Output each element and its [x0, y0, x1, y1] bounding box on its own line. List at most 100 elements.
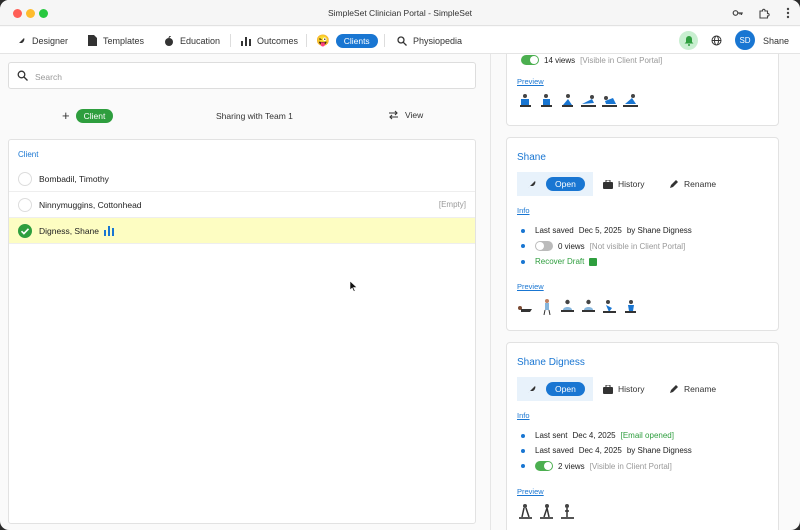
client-list-header[interactable]: Client — [18, 150, 38, 159]
programs-panel: 14 views [Visible in Client Portal] Prev… — [497, 54, 800, 530]
exercise-thumbnail[interactable] — [538, 503, 555, 520]
open-action[interactable]: Open — [517, 172, 593, 196]
select-radio[interactable] — [18, 198, 32, 212]
briefcase-icon — [603, 179, 613, 189]
search-placeholder: Search — [35, 72, 62, 82]
last-saved-line: Last saved Dec 4, 2025 by Shane Digness — [521, 446, 692, 455]
select-radio[interactable] — [18, 172, 32, 186]
client-panel: Search + Client Sharing with Team 1 View… — [8, 62, 476, 524]
program-card: Shane Open History Rename Info Last save… — [506, 137, 779, 331]
recover-draft-line[interactable]: Recover Draft — [521, 257, 598, 266]
list-item[interactable]: Digness, Shane — [9, 218, 475, 244]
open-external-icon — [589, 257, 598, 266]
exercise-thumbnail[interactable] — [538, 92, 555, 109]
open-button[interactable]: Open — [546, 177, 585, 191]
open-button[interactable]: Open — [546, 382, 585, 396]
rename-label: Rename — [684, 384, 717, 394]
views-note: [Visible in Client Portal] — [580, 55, 663, 65]
preview-link[interactable]: Preview — [517, 282, 544, 291]
program-title[interactable]: Shane — [517, 152, 546, 163]
document-icon — [88, 35, 97, 46]
sharing-dropdown[interactable]: Sharing with Team 1 — [216, 111, 293, 121]
last-sent-date: Dec 4, 2025 — [572, 431, 616, 440]
exercise-thumbnail[interactable] — [580, 298, 597, 315]
exercise-thumbnail[interactable] — [517, 503, 534, 520]
emoji-icon: 😜 — [316, 35, 330, 47]
list-item[interactable]: Ninnymuggins, Cottonhead [Empty] — [9, 192, 475, 218]
preview-link[interactable]: Preview — [517, 487, 544, 496]
exercise-thumbnail[interactable] — [517, 92, 534, 109]
nav-outcomes[interactable]: Outcomes — [241, 33, 298, 48]
program-card: 14 views [Visible in Client Portal] Prev… — [506, 54, 779, 126]
program-title[interactable]: Shane Digness — [517, 357, 585, 368]
avatar[interactable]: SD — [735, 30, 755, 50]
panel-divider — [490, 54, 491, 530]
views-line: 0 views [Not visible in Client Portal] — [521, 241, 685, 251]
nav-separator — [384, 34, 385, 47]
portal-visibility-toggle[interactable] — [535, 241, 553, 251]
exercise-thumbnail[interactable] — [601, 298, 618, 315]
more-menu-icon[interactable] — [781, 6, 795, 20]
window-title: SimpleSet Clinician Portal - SimpleSet — [327, 8, 473, 18]
swap-icon — [389, 110, 398, 120]
last-sent-line: Last sent Dec 4, 2025 [Email opened] — [521, 431, 674, 440]
search-icon — [17, 70, 28, 81]
exercise-thumbnail[interactable] — [517, 298, 534, 315]
nav-education[interactable]: Education — [164, 33, 220, 48]
exercise-thumbnail[interactable] — [622, 92, 639, 109]
notifications-button[interactable] — [679, 31, 698, 50]
history-button[interactable]: History — [603, 384, 644, 394]
nav-designer[interactable]: Designer — [16, 33, 68, 48]
preview-link[interactable]: Preview — [517, 77, 544, 86]
exercise-thumbnail[interactable] — [580, 92, 597, 109]
exercise-thumbnail[interactable] — [559, 298, 576, 315]
exercise-thumbnail[interactable] — [559, 503, 576, 520]
portal-visibility-toggle[interactable] — [521, 55, 539, 65]
search-icon — [397, 35, 407, 46]
search-input[interactable]: Search — [8, 62, 476, 89]
nav-outcomes-label: Outcomes — [257, 35, 299, 46]
nav-separator — [230, 34, 231, 47]
client-name: Digness, Shane — [39, 226, 100, 236]
exercise-thumbnail[interactable] — [622, 298, 639, 315]
sharing-label: Sharing with Team 1 — [216, 111, 293, 121]
nav-clients[interactable]: 😜 Clients — [316, 33, 378, 48]
plus-icon: + — [62, 108, 70, 123]
recover-draft-link[interactable]: Recover Draft — [535, 257, 584, 266]
nav-templates[interactable]: Templates — [88, 33, 144, 48]
email-status: [Email opened] — [620, 431, 674, 440]
program-card: Shane Digness Open History Rename Info L… — [506, 342, 779, 530]
views-note: [Visible in Client Portal] — [589, 461, 672, 471]
program-actions: Open History Rename — [517, 172, 770, 196]
last-saved-label: Last saved — [535, 226, 574, 235]
info-link[interactable]: Info — [517, 411, 530, 420]
exercise-thumbnail[interactable] — [601, 92, 618, 109]
outcomes-chart-icon[interactable] — [104, 226, 114, 236]
exercise-thumbnail[interactable] — [538, 298, 555, 316]
rename-button[interactable]: Rename — [669, 179, 716, 189]
user-name[interactable]: Shane — [763, 36, 789, 46]
history-button[interactable]: History — [603, 179, 644, 189]
history-label: History — [618, 179, 645, 189]
list-item[interactable]: Bombadil, Timothy — [9, 166, 475, 192]
select-radio[interactable] — [18, 224, 32, 238]
key-icon[interactable] — [731, 6, 745, 20]
bell-icon — [684, 36, 693, 46]
last-saved-date: Dec 4, 2025 — [578, 446, 622, 455]
add-client-button[interactable]: + Client — [62, 108, 114, 123]
title-bar: SimpleSet Clinician Portal - SimpleSet — [0, 0, 800, 26]
view-button[interactable]: View — [388, 110, 423, 120]
mouse-cursor-icon — [350, 281, 358, 292]
open-action[interactable]: Open — [517, 377, 593, 401]
nav-clients-label: Clients — [335, 33, 378, 48]
briefcase-icon — [603, 384, 613, 394]
portal-visibility-toggle[interactable] — [535, 461, 553, 471]
nav-physiopedia[interactable]: Physiopedia — [397, 33, 462, 48]
nav-templates-label: Templates — [103, 35, 145, 46]
rename-button[interactable]: Rename — [669, 384, 716, 394]
globe-icon[interactable] — [711, 35, 722, 48]
extensions-icon[interactable] — [757, 6, 771, 20]
views-line: 14 views [Visible in Client Portal] — [521, 55, 662, 65]
exercise-thumbnail[interactable] — [559, 92, 576, 109]
info-link[interactable]: Info — [517, 206, 530, 215]
